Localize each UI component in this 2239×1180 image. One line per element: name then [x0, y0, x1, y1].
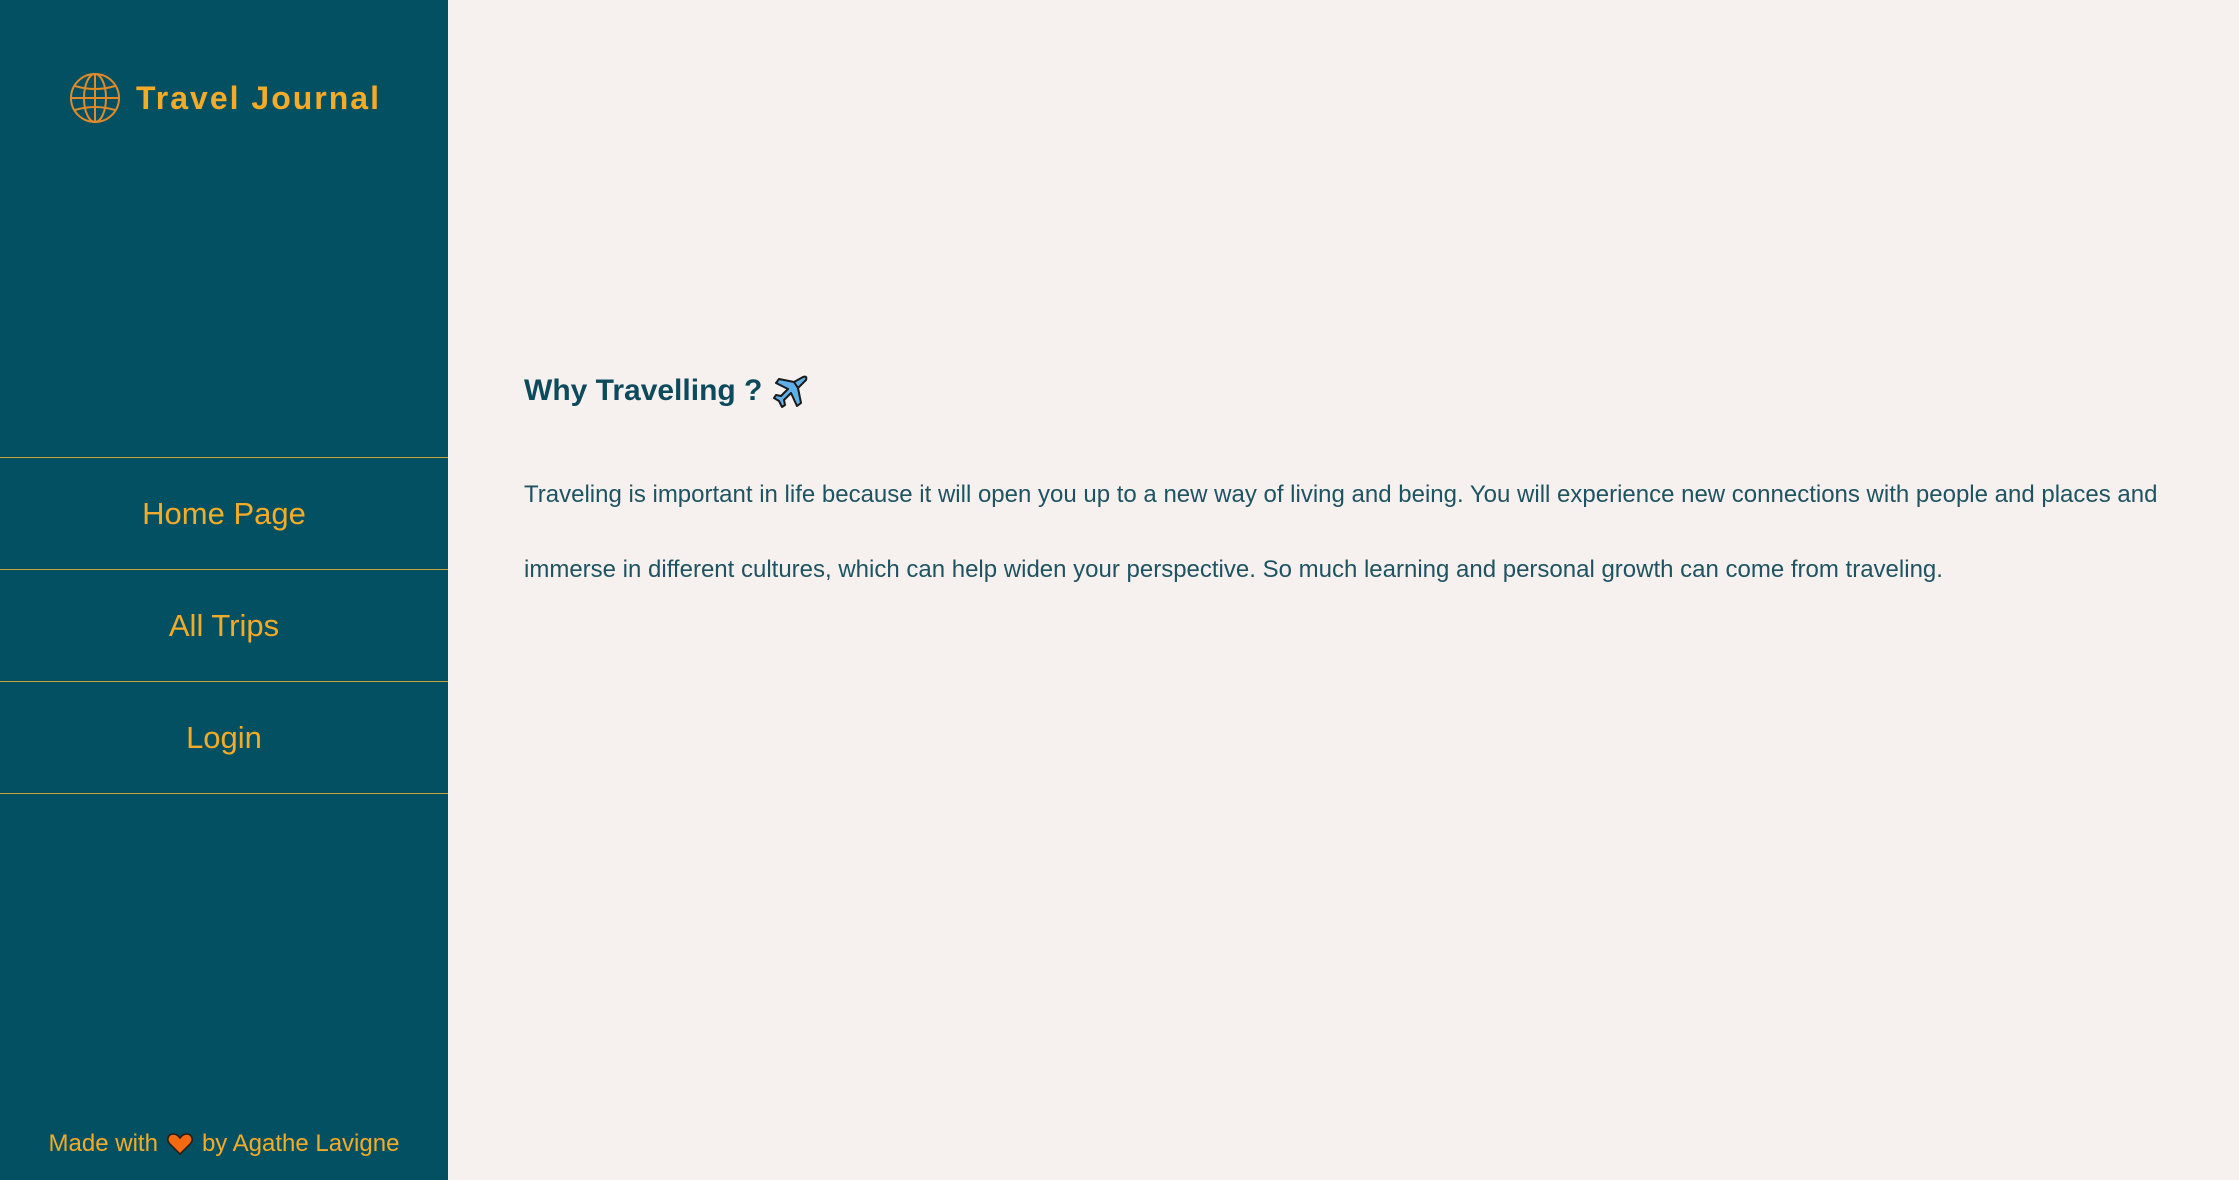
globe-icon [70, 73, 120, 123]
footer-prefix: Made with [48, 1130, 158, 1157]
airplane-icon [773, 375, 808, 408]
main-content: Why Travelling ? Traveling is important … [448, 0, 2239, 1180]
footer-author: by Agathe Lavigne [201, 1130, 400, 1157]
intro-paragraph: Traveling is important in life because i… [524, 481, 2158, 583]
nav-item-login[interactable]: Login [0, 682, 448, 794]
section-heading: Why Travelling ? [524, 372, 810, 410]
nav-item-all-trips[interactable]: All Trips [0, 570, 448, 682]
heading-text: Why Travelling ? [524, 374, 763, 407]
nav-item-home-page[interactable]: Home Page [0, 458, 448, 570]
brand-logo[interactable]: Travel Journal [68, 71, 381, 125]
sidebar-nav: Home Page All Trips Login [0, 457, 448, 794]
heart-icon [167, 1133, 193, 1156]
sidebar: Travel Journal Home Page All Trips Login… [0, 0, 448, 1180]
brand-title: Travel Journal [136, 79, 381, 116]
footer-credit: Made with by Agathe Lavigne [0, 1130, 448, 1158]
